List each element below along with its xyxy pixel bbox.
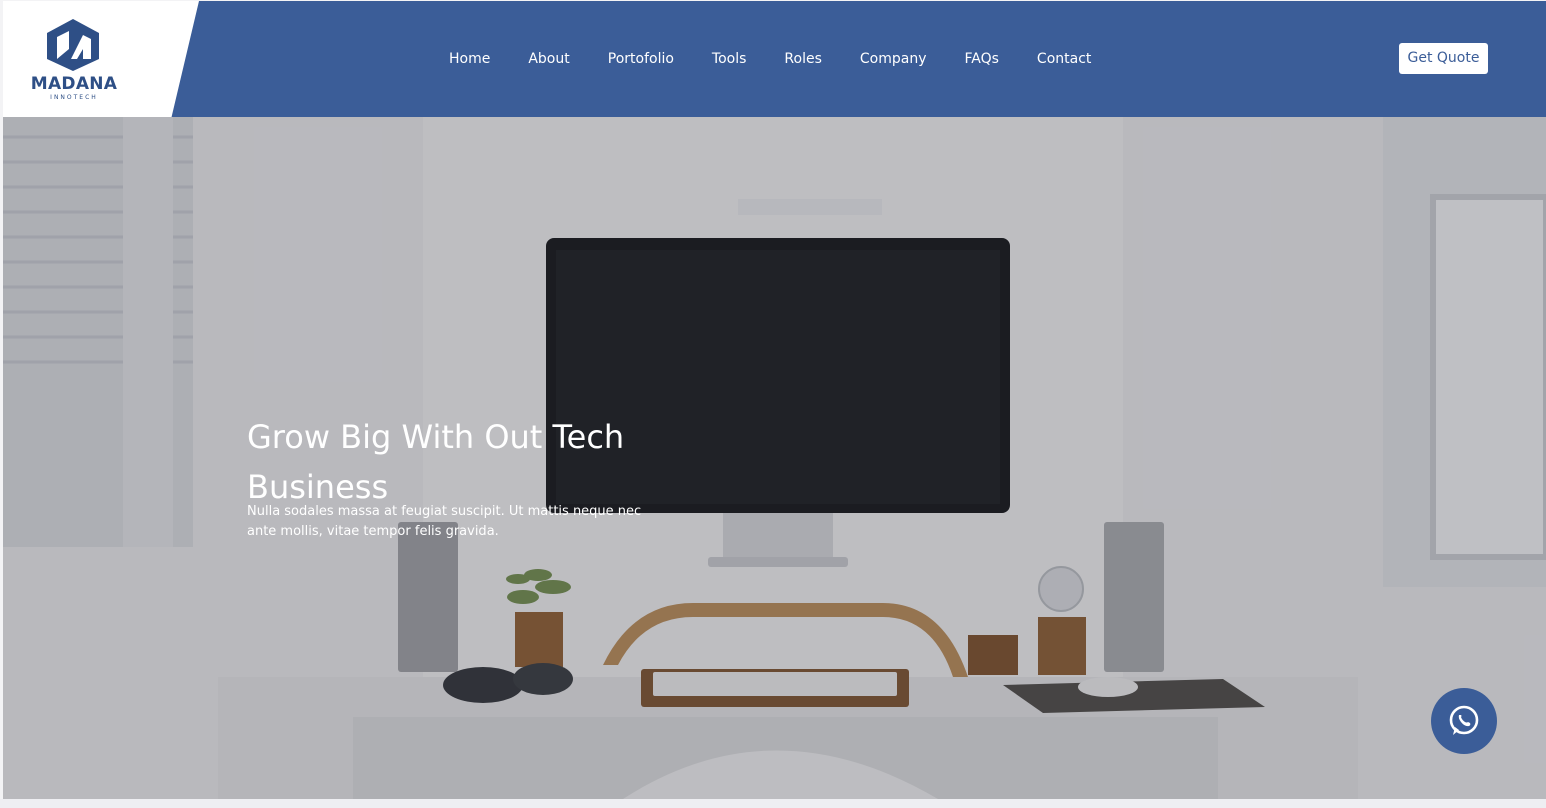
brand-name: MADANA: [30, 74, 118, 94]
nav-faqs[interactable]: FAQs: [965, 47, 999, 71]
nav-company[interactable]: Company: [860, 47, 927, 71]
nav-roles[interactable]: Roles: [784, 47, 821, 71]
hero-section: Grow Big With Out Tech Business Nulla so…: [3, 117, 1546, 799]
hero-title: Grow Big With Out Tech Business: [247, 418, 625, 507]
nav-tools[interactable]: Tools: [712, 47, 747, 71]
nav-contact[interactable]: Contact: [1037, 47, 1091, 71]
madana-logo-icon: [47, 19, 99, 71]
site-header: MADANA INNOTECH Home About Portofolio To…: [3, 1, 1546, 117]
logo-panel[interactable]: MADANA INNOTECH: [3, 1, 199, 117]
page-bottom-edge: [0, 799, 1546, 808]
get-quote-button[interactable]: Get Quote: [1399, 43, 1488, 74]
page-frame: MADANA INNOTECH Home About Portofolio To…: [3, 1, 1546, 799]
nav-home[interactable]: Home: [449, 47, 490, 71]
nav-portofolio[interactable]: Portofolio: [608, 47, 674, 71]
whatsapp-icon: [1449, 705, 1479, 735]
nav-about[interactable]: About: [528, 47, 569, 71]
hero-overlay: [3, 117, 1546, 799]
whatsapp-button[interactable]: [1431, 688, 1497, 754]
brand-tagline: INNOTECH: [50, 94, 98, 101]
main-nav: Home About Portofolio Tools Roles Compan…: [449, 47, 1129, 71]
hero-description: Nulla sodales massa at feugiat suscipit.…: [247, 504, 642, 539]
